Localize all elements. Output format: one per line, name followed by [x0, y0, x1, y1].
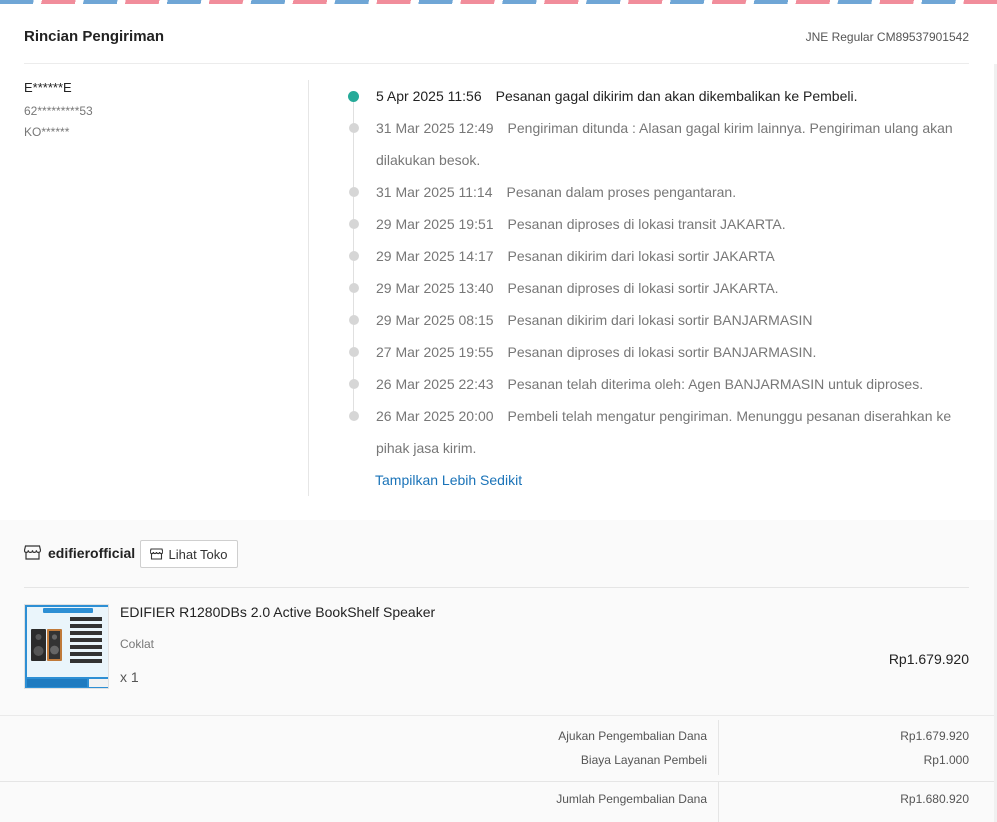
- tracking-timeline: 5 Apr 2025 11:56 Pesanan gagal dikirim da…: [340, 80, 965, 488]
- timeline-event: 31 Mar 2025 11:14 Pesanan dalam proses pe…: [340, 176, 965, 208]
- event-time: 29 Mar 2025 08:15: [376, 312, 494, 328]
- product-name[interactable]: EDIFIER R1280DBs 2.0 Active BookShelf Sp…: [120, 604, 435, 620]
- timeline-event: 29 Mar 2025 13:40 Pesanan diproses di lok…: [340, 272, 965, 304]
- product-quantity: x 1: [120, 669, 139, 685]
- summary-label: Biaya Layanan Pembeli: [580, 753, 707, 767]
- timeline-dot-icon: [349, 283, 359, 293]
- product-item[interactable]: EDIFIER R1280DBs 2.0 Active BookShelf Sp…: [24, 604, 969, 692]
- timeline-event: 29 Mar 2025 08:15 Pesanan dikirim dari lo…: [340, 304, 965, 336]
- event-time: 29 Mar 2025 14:17: [376, 248, 494, 264]
- timeline-event: 27 Mar 2025 19:55 Pesanan diproses di lok…: [340, 336, 965, 368]
- speaker-product-image: [25, 605, 108, 688]
- product-thumbnail[interactable]: [24, 604, 109, 689]
- timeline-dot-icon: [349, 347, 359, 357]
- shipping-header: Rincian Pengiriman JNE Regular CM8953790…: [24, 24, 969, 64]
- summary-divider: [0, 781, 997, 782]
- shop-name[interactable]: edifierofficial: [48, 545, 135, 561]
- timeline-dot-icon: [349, 251, 359, 261]
- event-time: 26 Mar 2025 22:43: [376, 376, 494, 392]
- summary-value: Rp1.000: [923, 753, 969, 767]
- view-shop-label: Lihat Toko: [168, 546, 228, 562]
- event-time: 27 Mar 2025 19:55: [376, 344, 494, 360]
- event-time: 31 Mar 2025 12:49: [376, 120, 494, 136]
- recipient-phone: 62*********53: [24, 104, 93, 118]
- summary-label: Ajukan Pengembalian Dana: [558, 729, 707, 743]
- recipient-address: E******E 62*********53 KO******: [24, 80, 294, 146]
- shop-header: edifierofficial Lihat Toko: [24, 540, 969, 588]
- timeline-event: 29 Mar 2025 19:51 Pesanan diproses di lok…: [340, 208, 965, 240]
- event-text: Pesanan dikirim dari lokasi sortir JAKAR…: [507, 248, 775, 264]
- timeline-dot-icon: [349, 379, 359, 389]
- event-text: Pesanan dikirim dari lokasi sortir BANJA…: [507, 312, 813, 328]
- event-text: Pesanan diproses di lokasi sortir BANJAR…: [507, 344, 817, 360]
- event-time: 5 Apr 2025 11:56: [376, 88, 482, 104]
- timeline-dot-icon: [349, 315, 359, 325]
- recipient-location: KO******: [24, 125, 70, 139]
- store-icon: [150, 548, 164, 560]
- timeline-event: 26 Mar 2025 22:43 Pesanan telah diterima …: [340, 368, 965, 400]
- event-time: 31 Mar 2025 11:14: [376, 184, 493, 200]
- timeline-event: 31 Mar 2025 12:49 Pengiriman ditunda : Al…: [340, 112, 965, 176]
- summary-value: Rp1.679.920: [900, 729, 969, 743]
- timeline-dot-icon: [348, 91, 359, 102]
- event-text: Pesanan diproses di lokasi sortir JAKART…: [507, 280, 779, 296]
- summary-label: Jumlah Pengembalian Dana: [556, 792, 707, 806]
- show-less-link[interactable]: Tampilkan Lebih Sedikit: [340, 472, 965, 488]
- event-time: 26 Mar 2025 20:00: [376, 408, 494, 424]
- summary-column-divider: [718, 782, 719, 822]
- timeline-dot-icon: [349, 411, 359, 421]
- event-time: 29 Mar 2025 13:40: [376, 280, 494, 296]
- event-text: Pesanan diproses di lokasi transit JAKAR…: [507, 216, 786, 232]
- section-divider: [308, 80, 309, 496]
- summary-value: Rp1.680.920: [900, 792, 969, 806]
- summary-column-divider: [718, 720, 719, 775]
- page-title: Rincian Pengiriman: [24, 28, 165, 45]
- timeline-event: 5 Apr 2025 11:56 Pesanan gagal dikirim da…: [340, 80, 965, 112]
- timeline-dot-icon: [349, 123, 359, 133]
- order-items-section: edifierofficial Lihat Toko EDIFIER R1280…: [0, 520, 997, 715]
- timeline-event: 29 Mar 2025 14:17 Pesanan dikirim dari lo…: [340, 240, 965, 272]
- store-icon: [24, 545, 41, 560]
- event-text: Pesanan telah diterima oleh: Agen BANJAR…: [507, 376, 924, 392]
- recipient-name: E******E: [24, 80, 72, 95]
- timeline-dot-icon: [349, 187, 359, 197]
- timeline-event: 26 Mar 2025 20:00 Pembeli telah mengatur …: [340, 400, 965, 464]
- carrier-tracking-number: JNE Regular CM89537901542: [805, 30, 969, 44]
- event-text: Pesanan dalam proses pengantaran.: [506, 184, 737, 200]
- timeline-dot-icon: [349, 219, 359, 229]
- product-variant: Coklat: [120, 637, 155, 651]
- refund-summary: Ajukan Pengembalian Dana Rp1.679.920 Bia…: [0, 715, 997, 822]
- airmail-border: [0, 0, 997, 4]
- view-shop-button[interactable]: Lihat Toko: [140, 540, 238, 568]
- product-price: Rp1.679.920: [888, 651, 969, 667]
- event-time: 29 Mar 2025 19:51: [376, 216, 494, 232]
- event-text: Pesanan gagal dikirim dan akan dikembali…: [495, 88, 858, 104]
